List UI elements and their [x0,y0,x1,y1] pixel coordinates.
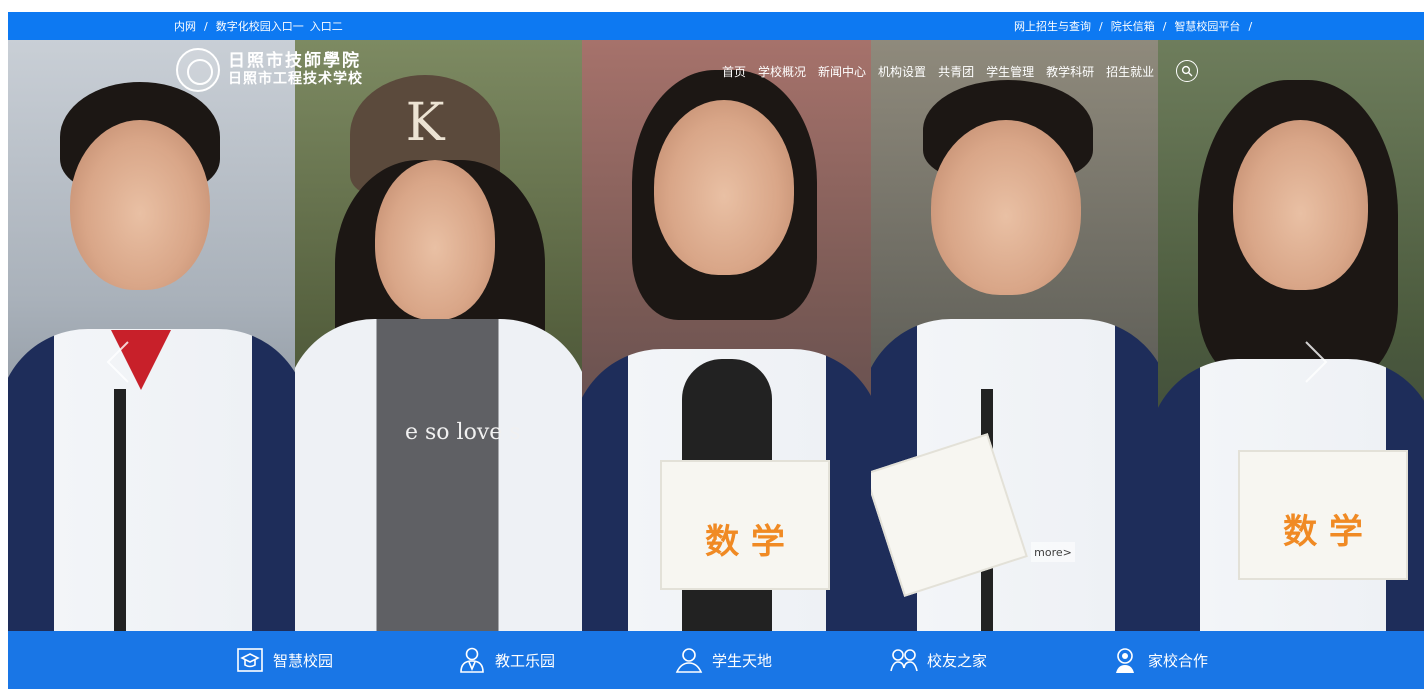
student-icon [675,648,703,673]
face [931,120,1081,295]
face [1233,120,1368,290]
book-title: 数 学 [705,522,785,562]
nav-item-admissions[interactable]: 招生就业 [1106,63,1154,80]
top-bar-right-links: 网上招生与查询 / 院长信箱 / 智慧校园平台 / [1014,12,1260,40]
top-bar: 内网 / 数字化校园入口一 入口二 网上招生与查询 / 院长信箱 / 智慧校园平… [8,12,1424,40]
alumni-icon [890,649,918,672]
quick-link-label: 家校合作 [1148,651,1209,670]
principal-mailbox-link[interactable]: 院长信箱 [1111,18,1155,34]
hero-banner: K e so love s 数 学 数 学 日照市技師學院 日照市工程技术学校 … [8,40,1424,689]
quick-link-home-school[interactable]: 家校合作 [1111,631,1208,689]
nav-item-youth-league[interactable]: 共青团 [938,63,974,80]
separator: / [204,19,208,33]
family-icon [1116,648,1134,673]
page: 内网 / 数字化校园入口一 入口二 网上招生与查询 / 院长信箱 / 智慧校园平… [8,12,1424,689]
more-button[interactable]: more> [1031,542,1075,562]
chevron-right-icon [1305,341,1328,383]
quick-link-label: 学生天地 [712,651,773,670]
face [654,100,794,275]
hero-photo-student-4 [871,40,1158,689]
quick-link-label: 教工乐园 [495,651,556,670]
jacket-print: e so love s [405,420,521,445]
hero-photo-student-3: 数 学 [582,40,871,689]
main-nav: 首页 学校概况 新闻中心 机构设置 共青团 学生管理 教学科研 招生就业 [722,58,1199,84]
book-title: 数 学 [1283,512,1363,552]
nav-item-home[interactable]: 首页 [722,63,746,80]
quick-link-smart-campus[interactable]: 智慧校园 [236,631,333,689]
hero-photo-student-2: K e so love s [295,40,582,689]
digital-campus-entry-1-link[interactable]: 数字化校园入口一 [216,18,304,34]
top-bar-left-links: 内网 / 数字化校园入口一 入口二 [174,12,343,40]
chevron-left-icon [106,341,129,383]
teacher-icon [460,647,484,673]
nav-item-teaching-research[interactable]: 教学科研 [1046,63,1094,80]
quick-link-alumni-home[interactable]: 校友之家 [890,631,987,689]
nav-item-student-affairs[interactable]: 学生管理 [986,63,1034,80]
school-name: 日照市技師學院 日照市工程技术学校 [228,52,363,88]
separator: / [1248,19,1253,33]
face [70,120,210,290]
quick-links-bar: 智慧校园 教工乐园 学生天地 校友之家 家校合作 [8,631,1424,689]
hero-photo-student-1 [8,40,295,689]
quick-link-student-world[interactable]: 学生天地 [675,631,772,689]
intranet-link[interactable]: 内网 [174,18,196,34]
school-logo[interactable]: 日照市技師學院 日照市工程技术学校 [176,48,363,92]
nav-item-news[interactable]: 新闻中心 [818,63,866,80]
quick-link-staff-garden[interactable]: 教工乐园 [458,631,555,689]
separator: / [1099,19,1103,33]
math-book: 数 学 [660,460,830,590]
graduation-cap-icon [237,648,263,672]
separator: / [1162,19,1167,33]
school-name-sub: 日照市工程技术学校 [228,71,363,87]
search-button[interactable] [1176,60,1199,82]
nav-item-about[interactable]: 学校概况 [758,63,806,80]
hero-photo-student-5: 数 学 [1158,40,1424,689]
quick-link-label: 校友之家 [927,651,988,670]
face [375,160,495,320]
school-emblem-icon [176,48,220,92]
quick-link-label: 智慧校园 [273,651,334,670]
school-name-main: 日照市技師學院 [228,51,361,71]
cap-letter: K [405,93,445,153]
smart-campus-platform-link[interactable]: 智慧校园平台 [1174,18,1240,34]
carousel-prev-button[interactable] [104,340,134,384]
math-book: 数 学 [1238,450,1408,580]
online-enrollment-link[interactable]: 网上招生与查询 [1014,18,1091,34]
search-icon [1182,65,1193,77]
nav-item-departments[interactable]: 机构设置 [878,63,926,80]
carousel-next-button[interactable] [1300,340,1330,384]
digital-campus-entry-2-link[interactable]: 入口二 [310,18,343,34]
